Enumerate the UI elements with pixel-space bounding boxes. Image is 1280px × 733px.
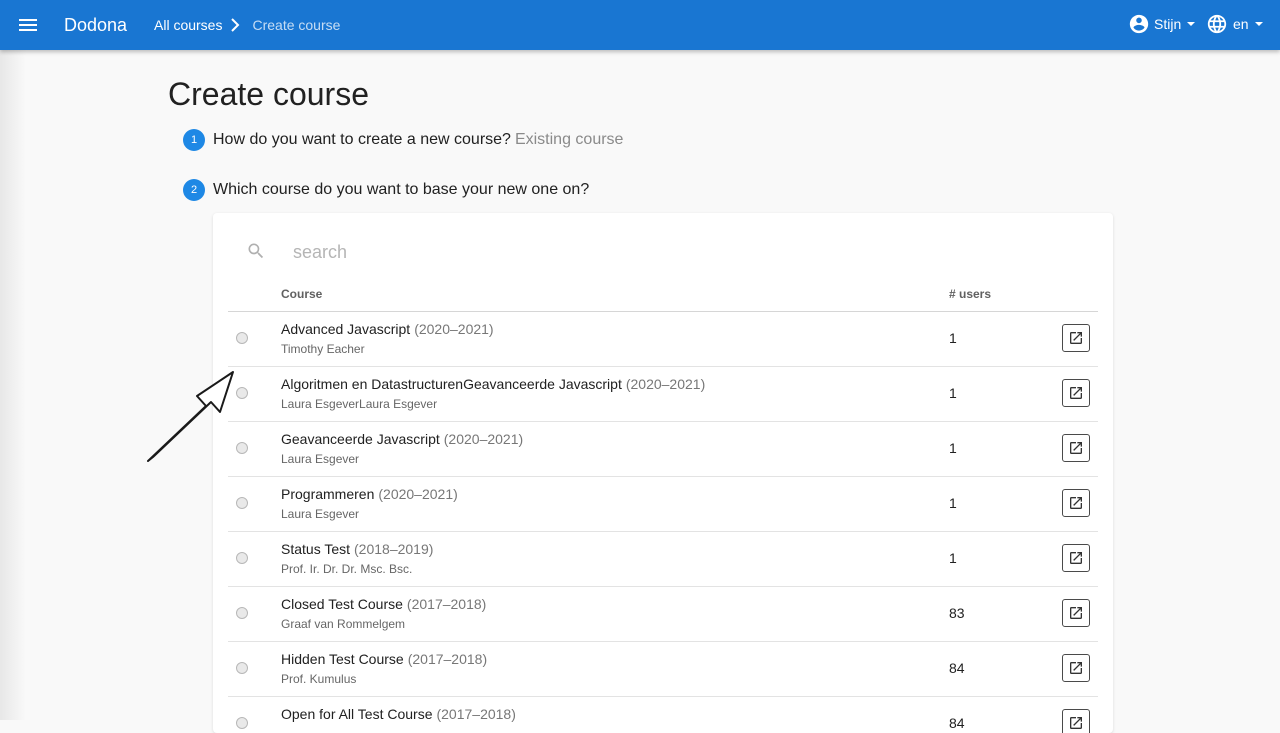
breadcrumb: All courses Create course <box>154 17 340 33</box>
course-name-cell: Geavanceerde Javascript (2020–2021) <box>281 431 523 447</box>
step-question: How do you want to create a new course? <box>213 131 511 148</box>
course-year: (2017–2018) <box>406 596 487 612</box>
chevron-right-icon <box>226 17 246 33</box>
breadcrumb-current: Create course <box>252 17 341 33</box>
breadcrumb-all-courses[interactable]: All courses <box>154 17 222 33</box>
table-row[interactable]: Programmeren (2020–2021) Laura Esgever 1 <box>228 477 1098 532</box>
course-radio[interactable] <box>236 387 248 399</box>
search-input[interactable] <box>291 237 895 267</box>
brand-logo[interactable]: Dodona <box>64 14 127 36</box>
course-year: (2020–2021) <box>443 431 524 447</box>
course-name: Hidden Test Course <box>281 651 404 667</box>
course-name-cell: Programmeren (2020–2021) <box>281 486 458 502</box>
open-course-button[interactable] <box>1062 324 1090 352</box>
course-year: (2017–2018) <box>407 651 488 667</box>
user-count: 1 <box>949 385 957 401</box>
open-in-new-icon <box>1068 715 1084 731</box>
course-teachers: Laura EsgeverLaura Esgever <box>281 397 438 411</box>
open-in-new-icon <box>1068 330 1084 346</box>
course-teachers: Graaf van Rommelgem <box>281 617 406 631</box>
account-circle-icon <box>1128 13 1150 35</box>
course-name-cell: Advanced Javascript (2020–2021) <box>281 321 494 337</box>
course-name-cell: Closed Test Course (2017–2018) <box>281 596 486 612</box>
language-menu[interactable]: en <box>1206 13 1263 35</box>
step-number: 2 <box>183 179 205 201</box>
open-course-button[interactable] <box>1062 379 1090 407</box>
open-course-button[interactable] <box>1062 544 1090 572</box>
open-in-new-icon <box>1068 495 1084 511</box>
user-count: 1 <box>949 440 957 456</box>
open-course-button[interactable] <box>1062 599 1090 627</box>
course-name-cell: Status Test (2018–2019) <box>281 541 433 557</box>
course-year: (2018–2019) <box>354 541 434 557</box>
course-name: Algoritmen en DatastructurenGeavanceerde… <box>281 376 622 392</box>
open-in-new-icon <box>1068 385 1084 401</box>
open-course-button[interactable] <box>1062 654 1090 682</box>
step-1: 1 How do you want to create a new course… <box>183 129 623 151</box>
table-row[interactable]: Geavanceerde Javascript (2020–2021) Laura … <box>228 422 1098 477</box>
open-in-new-icon <box>1068 660 1084 676</box>
globe-icon <box>1206 13 1228 35</box>
caret-down-icon <box>1187 22 1196 26</box>
table-row[interactable]: Open for All Test Course (2017–2018) 84 <box>228 697 1098 733</box>
user-count: 83 <box>949 605 965 621</box>
search-icon <box>246 241 266 261</box>
course-name: Geavanceerde Javascript <box>281 431 440 447</box>
course-year: (2020–2021) <box>414 321 494 337</box>
step-answer[interactable]: Existing course <box>515 131 624 149</box>
course-teachers: Laura Esgever <box>281 452 360 466</box>
table-row[interactable]: Algoritmen en DatastructurenGeavanceerde… <box>228 367 1098 422</box>
language-code: en <box>1233 16 1249 32</box>
course-teachers: Laura Esgever <box>281 507 360 521</box>
open-course-button[interactable] <box>1062 434 1090 462</box>
page-title: Create course <box>168 76 369 112</box>
course-name: Closed Test Course <box>281 596 403 612</box>
column-header-users[interactable]: # users <box>949 287 991 301</box>
app-bar: Dodona All courses Create course Stijn e… <box>0 0 1280 50</box>
course-teachers: Prof. Ir. Dr. Dr. Msc. Bsc. <box>281 562 413 576</box>
table-row[interactable]: Closed Test Course (2017–2018) Graaf van R… <box>228 587 1098 642</box>
user-count: 1 <box>949 495 957 511</box>
course-teachers: Prof. Kumulus <box>281 672 357 686</box>
user-count: 1 <box>949 330 957 346</box>
course-teachers: Timothy Eacher <box>281 342 365 356</box>
step-2: 2 Which course do you want to base your … <box>183 179 589 201</box>
course-radio[interactable] <box>236 332 248 344</box>
course-name-cell: Algoritmen en DatastructurenGeavanceerde… <box>281 376 705 392</box>
course-year: (2020–2021) <box>378 486 458 502</box>
course-name: Advanced Javascript <box>281 321 411 337</box>
step-number: 1 <box>183 129 205 151</box>
user-menu[interactable]: Stijn <box>1128 13 1196 35</box>
user-name: Stijn <box>1154 16 1182 32</box>
course-table-card: Course # users Advanced Javascript(2020–… <box>213 213 1113 733</box>
table-row[interactable]: Advanced Javascript (2020–2021) Timothy Ea… <box>228 312 1098 367</box>
course-radio[interactable] <box>236 717 248 729</box>
menu-icon[interactable] <box>16 13 40 37</box>
table-row[interactable]: Hidden Test Course (2017–2018) Prof. Kumul… <box>228 642 1098 697</box>
caret-down-icon <box>1254 22 1263 26</box>
table-row[interactable]: Status Test (2018–2019) Prof. Ir. Dr. Dr. … <box>228 532 1098 587</box>
course-name-cell: Hidden Test Course (2017–2018) <box>281 651 487 667</box>
course-name: Programmeren <box>281 486 375 502</box>
column-header-course[interactable]: Course <box>281 287 322 301</box>
user-count: 84 <box>949 660 965 676</box>
course-name: Status Test <box>281 541 351 557</box>
course-radio[interactable] <box>236 442 248 454</box>
open-in-new-icon <box>1068 440 1084 456</box>
open-course-button[interactable] <box>1062 489 1090 517</box>
open-in-new-icon <box>1068 605 1084 621</box>
left-shadow <box>0 50 26 720</box>
table-header: Course # users <box>228 285 1098 312</box>
user-count: 1 <box>949 550 957 566</box>
course-radio[interactable] <box>236 607 248 619</box>
step-question: Which course do you want to base your ne… <box>213 181 590 198</box>
course-year: (2020–2021) <box>625 376 706 392</box>
course-radio[interactable] <box>236 552 248 564</box>
open-course-button[interactable] <box>1062 709 1090 733</box>
course-radio[interactable] <box>236 662 248 674</box>
open-in-new-icon <box>1068 550 1084 566</box>
user-count: 84 <box>949 715 965 731</box>
course-radio[interactable] <box>236 497 248 509</box>
